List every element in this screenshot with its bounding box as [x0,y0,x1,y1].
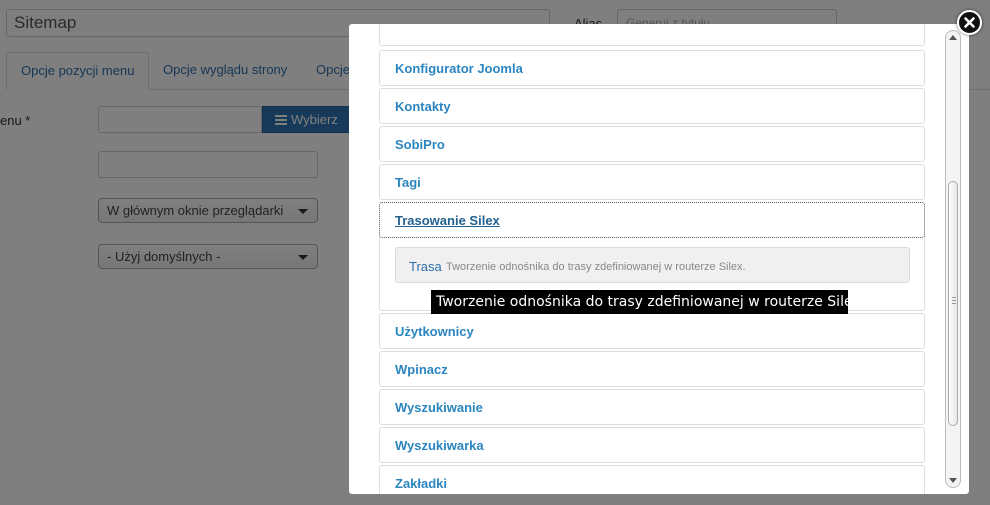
list-item-wyszukiwanie[interactable]: Wyszukiwanie [379,389,925,425]
sub-item-description: Tworzenie odnośnika do trasy zdefiniowan… [446,261,746,273]
list-item-label[interactable]: Wpinacz [395,362,448,377]
grip-icon [952,297,956,304]
scroll-thumb[interactable] [948,181,958,426]
list-item-label[interactable]: Trasowanie Silex [395,213,500,228]
list-item-label[interactable]: Użytkownicy [395,324,474,339]
sub-item-label[interactable]: Trasa [409,259,442,274]
list-item-tagi[interactable]: Tagi [379,164,925,200]
list-item-wyszukiwarka[interactable]: Wyszukiwarka [379,427,925,463]
list-item-sobipro[interactable]: SobiPro [379,126,925,162]
list-item-partial[interactable] [379,24,925,46]
close-icon [964,17,975,28]
list-item-label[interactable]: SobiPro [395,137,445,152]
sub-item-trasa[interactable]: Trasa Tworzenie odnośnika do trasy zdefi… [395,247,910,283]
list-item-label[interactable]: Konfigurator Joomla [395,61,523,76]
list-item-label[interactable]: Wyszukiwanie [395,400,483,415]
list-item-kontakty[interactable]: Kontakty [379,88,925,124]
list-item-label[interactable]: Wyszukiwarka [395,438,484,453]
modal-scrollbar[interactable] [945,30,961,488]
menu-item-type-modal: Konfigurator Joomla Kontakty SobiPro Tag… [349,24,969,494]
list-item-zakladki[interactable]: Zakładki [379,465,925,494]
scroll-down-arrow-icon[interactable] [949,478,957,483]
close-button[interactable] [957,10,982,35]
menu-type-list: Konfigurator Joomla Kontakty SobiPro Tag… [349,24,945,494]
list-item-label[interactable]: Kontakty [395,99,451,114]
scroll-up-arrow-icon[interactable] [949,35,957,40]
list-item-label[interactable]: Tagi [395,175,421,190]
list-item-konfigurator-joomla[interactable]: Konfigurator Joomla [379,50,925,86]
list-item-trasowanie-silex[interactable]: Trasowanie Silex [379,202,925,238]
list-item-uzytkownicy[interactable]: Użytkownicy [379,313,925,349]
list-item-wpinacz[interactable]: Wpinacz [379,351,925,387]
tooltip: Tworzenie odnośnika do trasy zdefiniowan… [431,290,848,314]
list-item-label[interactable]: Zakładki [395,476,447,491]
